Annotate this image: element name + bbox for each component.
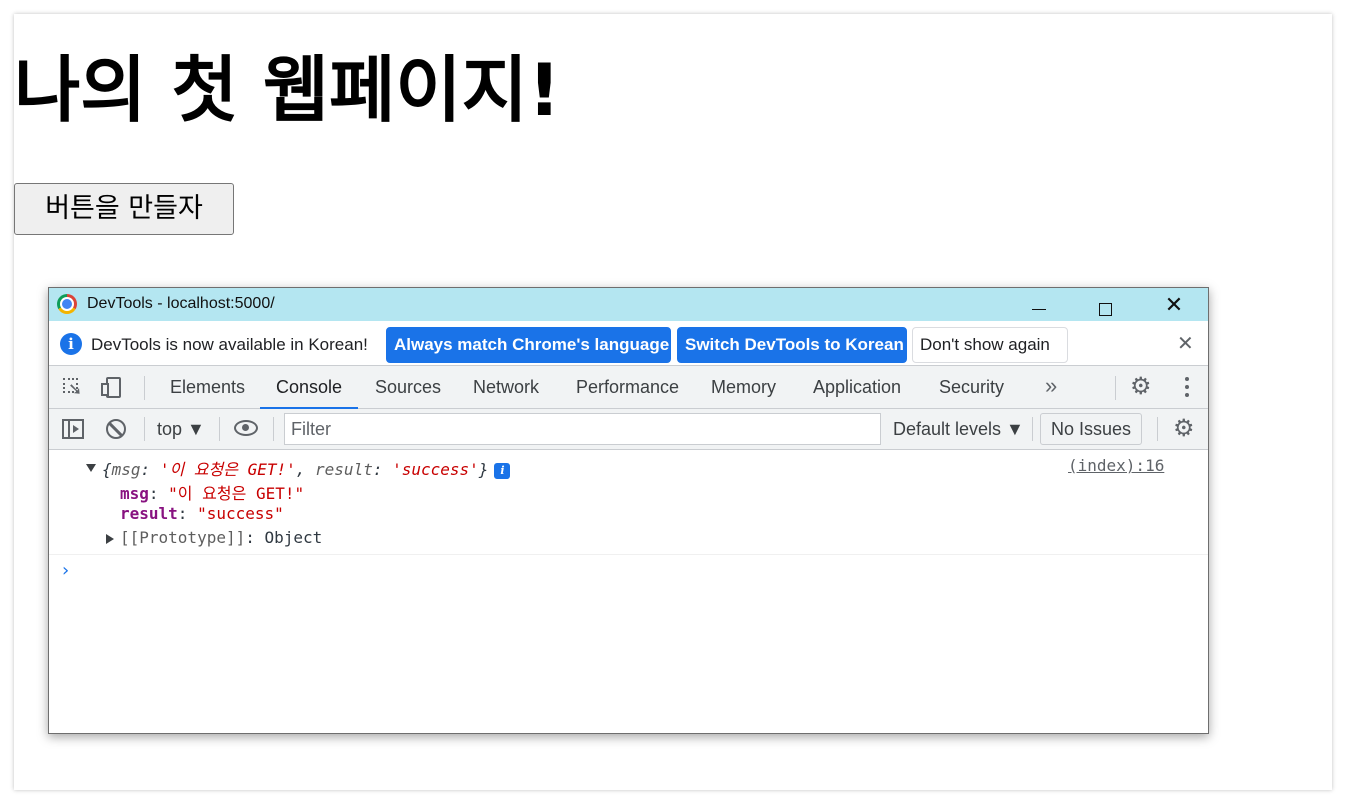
language-infobar: i DevTools is now available in Korean! A… [49,321,1208,366]
console-toolbar: top ▼ Default levels ▼ No Issues ⚙ [49,409,1208,450]
infobar-message: DevTools is now available in Korean! [91,335,368,354]
divider [1115,376,1116,400]
console-sidebar-icon[interactable] [62,419,84,439]
inspect-element-icon[interactable] [61,375,85,399]
issues-button[interactable]: No Issues [1040,413,1142,445]
divider [219,417,220,441]
log-levels-dropdown[interactable]: Default levels ▼ [893,409,1024,449]
minimize-button[interactable] [1015,288,1061,321]
tab-security[interactable]: Security [939,366,1004,408]
divider [1032,417,1033,441]
panel-tabbar: Elements Console Sources Network Perform… [49,366,1208,409]
tab-network[interactable]: Network [473,366,539,408]
more-options-icon[interactable] [1175,375,1199,399]
tab-application[interactable]: Application [813,366,901,408]
source-link[interactable]: (index):16 [1068,456,1164,475]
console-output: {msg: '이 요청은 GET!', result: 'success'} i … [49,450,1208,733]
property-row: msg: "이 요청은 GET!" [120,484,305,503]
window-close-button[interactable]: ✕ [1151,288,1197,321]
divider [144,376,145,400]
property-row: result: "success" [120,504,284,523]
tab-sources[interactable]: Sources [375,366,441,408]
tab-console[interactable]: Console [259,366,359,409]
page-title: 나의 첫 웹페이지! [14,48,561,132]
window-titlebar[interactable]: DevTools - localhost:5000/ ✕ [49,288,1208,321]
prototype-row[interactable]: [[Prototype]]: Object [120,528,322,547]
match-language-button[interactable]: Always match Chrome's language [386,327,671,363]
tab-performance[interactable]: Performance [576,366,679,408]
console-settings-gear-icon[interactable]: ⚙ [1173,417,1195,441]
divider [144,417,145,441]
info-icon: i [60,333,82,355]
filter-input[interactable] [284,413,881,445]
divider [273,417,274,441]
maximize-button[interactable] [1082,288,1128,321]
console-log-entry: {msg: '이 요청은 GET!', result: 'success'} i … [49,450,1208,555]
context-selector[interactable]: top ▼ [157,409,205,449]
live-expression-eye-icon[interactable] [234,420,258,436]
console-prompt-icon[interactable]: › [62,560,69,581]
switch-language-button[interactable]: Switch DevTools to Korean [677,327,907,363]
collapse-triangle-icon[interactable] [86,464,96,472]
clear-console-icon[interactable] [106,419,126,439]
object-summary[interactable]: {msg: '이 요청은 GET!', result: 'success'} i [102,456,511,480]
infobar-close-icon[interactable]: ✕ [1177,331,1194,356]
chrome-logo-icon [57,294,77,314]
window-title: DevTools - localhost:5000/ [87,295,275,312]
tab-elements[interactable]: Elements [170,366,245,408]
expand-triangle-icon[interactable] [106,534,114,544]
tab-memory[interactable]: Memory [711,366,776,408]
device-toolbar-icon[interactable] [101,375,125,399]
divider [1157,417,1158,441]
devtools-window: DevTools - localhost:5000/ ✕ i DevTools … [48,287,1209,734]
dont-show-again-button[interactable]: Don't show again [912,327,1068,363]
info-badge-icon: i [494,463,511,479]
make-button[interactable]: 버튼을 만들자 [14,183,234,235]
more-tabs-icon[interactable]: » [1045,366,1057,406]
settings-gear-icon[interactable]: ⚙ [1130,375,1152,399]
